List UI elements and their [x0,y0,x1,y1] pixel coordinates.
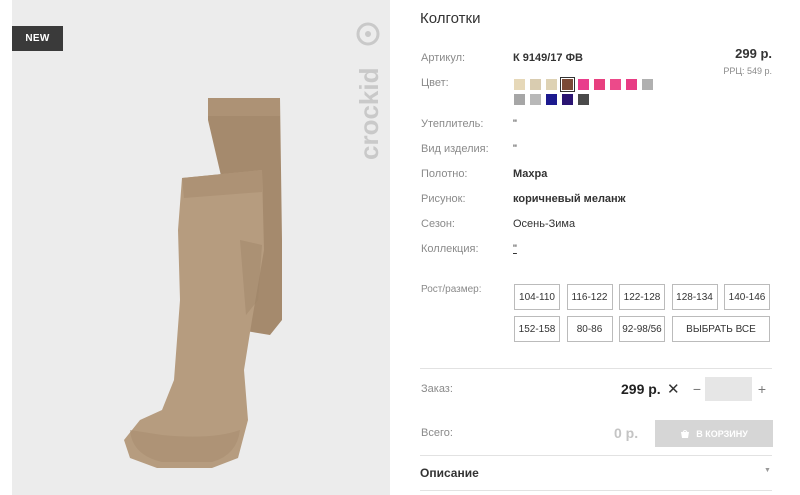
total-label: Всего: [421,427,453,439]
color-swatch[interactable] [594,79,605,90]
size-option-button[interactable]: 104-110 [514,284,560,310]
color-swatch[interactable] [578,79,589,90]
collection-value[interactable]: " [513,243,517,255]
size-option-button[interactable]: 116-122 [566,284,613,310]
size-option-button[interactable]: 122-128 [619,284,665,310]
article-value: К 9149/17 ФВ [513,52,583,64]
size-option-button[interactable]: 152-158 [514,316,560,342]
article-label: Артикул: [421,52,466,64]
color-swatch[interactable] [530,94,541,105]
order-divider [420,368,772,369]
add-to-cart-button[interactable]: В КОРЗИНУ [655,420,773,447]
color-swatch[interactable] [578,94,589,105]
product-title: Колготки [420,10,481,27]
season-label: Сезон: [421,218,455,230]
size-option-button[interactable]: 80-86 [566,316,613,342]
size-option-button[interactable]: 92-98/56 [619,316,665,342]
pattern-value: коричневый меланж [513,193,626,205]
add-to-cart-label: В КОРЗИНУ [696,428,748,439]
new-badge: NEW [12,26,63,51]
color-swatch[interactable] [514,94,525,105]
color-swatch[interactable] [610,79,621,90]
increase-quantity-button[interactable]: + [755,381,769,397]
size-option-button[interactable]: 128-134 [671,284,718,310]
product-photo[interactable]: NEW crockid [12,0,390,495]
color-label: Цвет: [421,77,449,89]
color-swatch[interactable] [642,79,653,90]
quantity-input[interactable] [705,377,752,401]
color-swatch[interactable] [562,94,573,105]
color-swatch[interactable] [514,79,525,90]
tights-image [124,98,282,468]
description-toggle[interactable]: Описание [420,466,479,480]
size-label: Рост/размер: [421,284,482,295]
size-option-button[interactable]: 140-146 [724,284,770,310]
brand-logo: crockid [354,22,384,161]
pattern-label: Рисунок: [421,193,466,205]
select-all-sizes-button[interactable]: ВЫБРАТЬ ВСЕ [672,316,770,342]
order-label: Заказ: [421,383,453,395]
total-value: 0 р. [614,425,639,441]
description-divider [420,455,772,456]
color-swatch[interactable] [530,79,541,90]
brand-logo-text: crockid [354,68,384,161]
order-price: 299 р. [621,381,661,397]
basket-icon [681,429,690,438]
color-swatch[interactable] [560,77,575,92]
fabric-value: Махра [513,168,548,180]
season-value: Осень-Зима [513,218,576,230]
color-swatch[interactable] [546,79,557,90]
type-label: Вид изделия: [421,143,489,155]
fabric-label: Полотно: [421,168,468,180]
color-swatch[interactable] [626,79,637,90]
type-value: " [513,143,517,155]
insulation-value: " [513,118,517,130]
rrc-price: РРЦ: 549 р. [723,66,772,76]
bottom-divider [420,490,772,491]
product-price: 299 р. [735,46,772,61]
insulation-label: Утеплитель: [421,118,484,130]
decrease-quantity-button[interactable]: − [690,381,704,397]
color-swatch[interactable] [546,94,557,105]
chevron-down-icon[interactable]: ▼ [764,467,771,474]
times-icon: ✕ [667,381,680,398]
collection-label: Коллекция: [421,243,479,255]
